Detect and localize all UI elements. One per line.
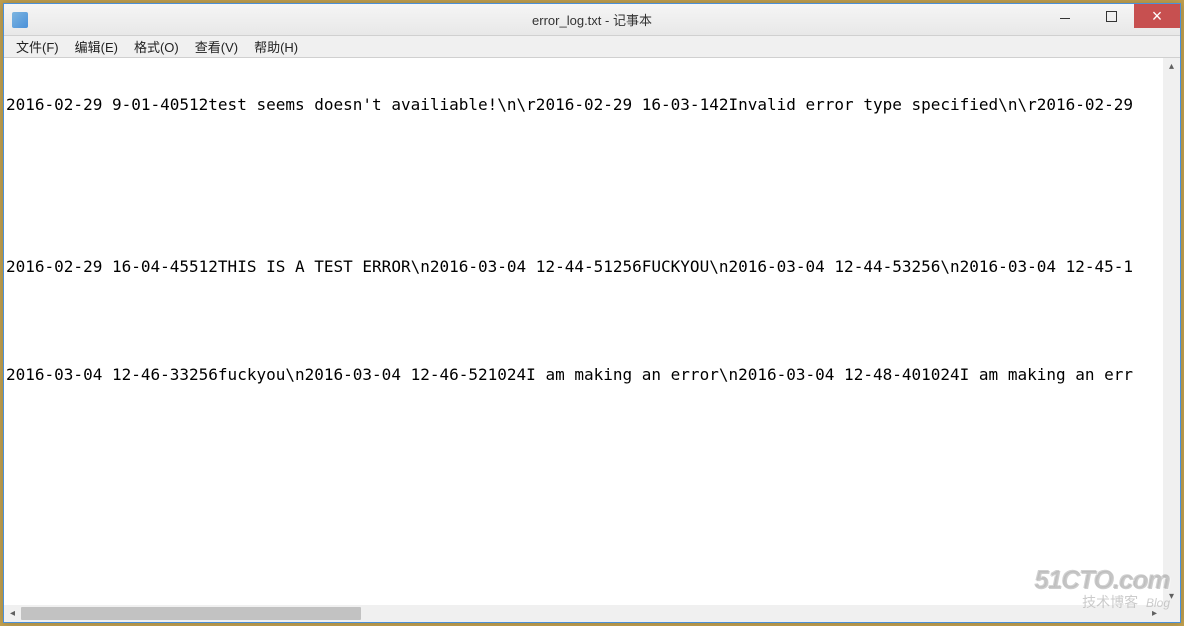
menu-help[interactable]: 帮助(H) [246,35,306,58]
minimize-button[interactable] [1042,4,1088,28]
text-line: 2016-02-29 9-01-40512test seems doesn't … [6,96,1161,114]
content-area: 2016-02-29 9-01-40512test seems doesn't … [4,58,1180,622]
notepad-window: error_log.txt - 记事本 文件(F) 编辑(E) 格式(O) 查看… [3,3,1181,623]
window-controls [1042,4,1180,28]
menu-view[interactable]: 查看(V) [187,35,246,58]
close-button[interactable] [1134,4,1180,28]
titlebar[interactable]: error_log.txt - 记事本 [4,4,1180,36]
maximize-button[interactable] [1088,4,1134,28]
scroll-up-arrow-icon[interactable]: ▴ [1163,58,1180,75]
vertical-scrollbar[interactable]: ▴ ▾ [1163,58,1180,605]
scroll-track-horizontal[interactable] [21,605,1146,622]
menubar: 文件(F) 编辑(E) 格式(O) 查看(V) 帮助(H) [4,36,1180,58]
scroll-corner [1163,605,1180,622]
scroll-right-arrow-icon[interactable]: ▸ [1146,605,1163,622]
menu-file[interactable]: 文件(F) [8,35,67,58]
scroll-down-arrow-icon[interactable]: ▾ [1163,588,1180,605]
window-title: error_log.txt - 记事本 [532,10,652,29]
text-editor[interactable]: 2016-02-29 9-01-40512test seems doesn't … [4,58,1163,605]
app-icon [12,12,28,28]
text-line: 2016-03-04 12-46-33256fuckyou\n2016-03-0… [6,366,1161,384]
blank-line [6,312,1161,330]
menu-format[interactable]: 格式(O) [126,35,187,58]
scroll-thumb-horizontal[interactable] [21,607,361,620]
scroll-left-arrow-icon[interactable]: ◂ [4,605,21,622]
horizontal-scrollbar[interactable]: ◂ ▸ [4,605,1163,622]
text-line: 2016-02-29 16-04-45512THIS IS A TEST ERR… [6,258,1161,276]
scroll-track-vertical[interactable] [1163,75,1180,588]
blank-line [6,204,1161,222]
menu-edit[interactable]: 编辑(E) [67,35,126,58]
blank-line [6,150,1161,168]
